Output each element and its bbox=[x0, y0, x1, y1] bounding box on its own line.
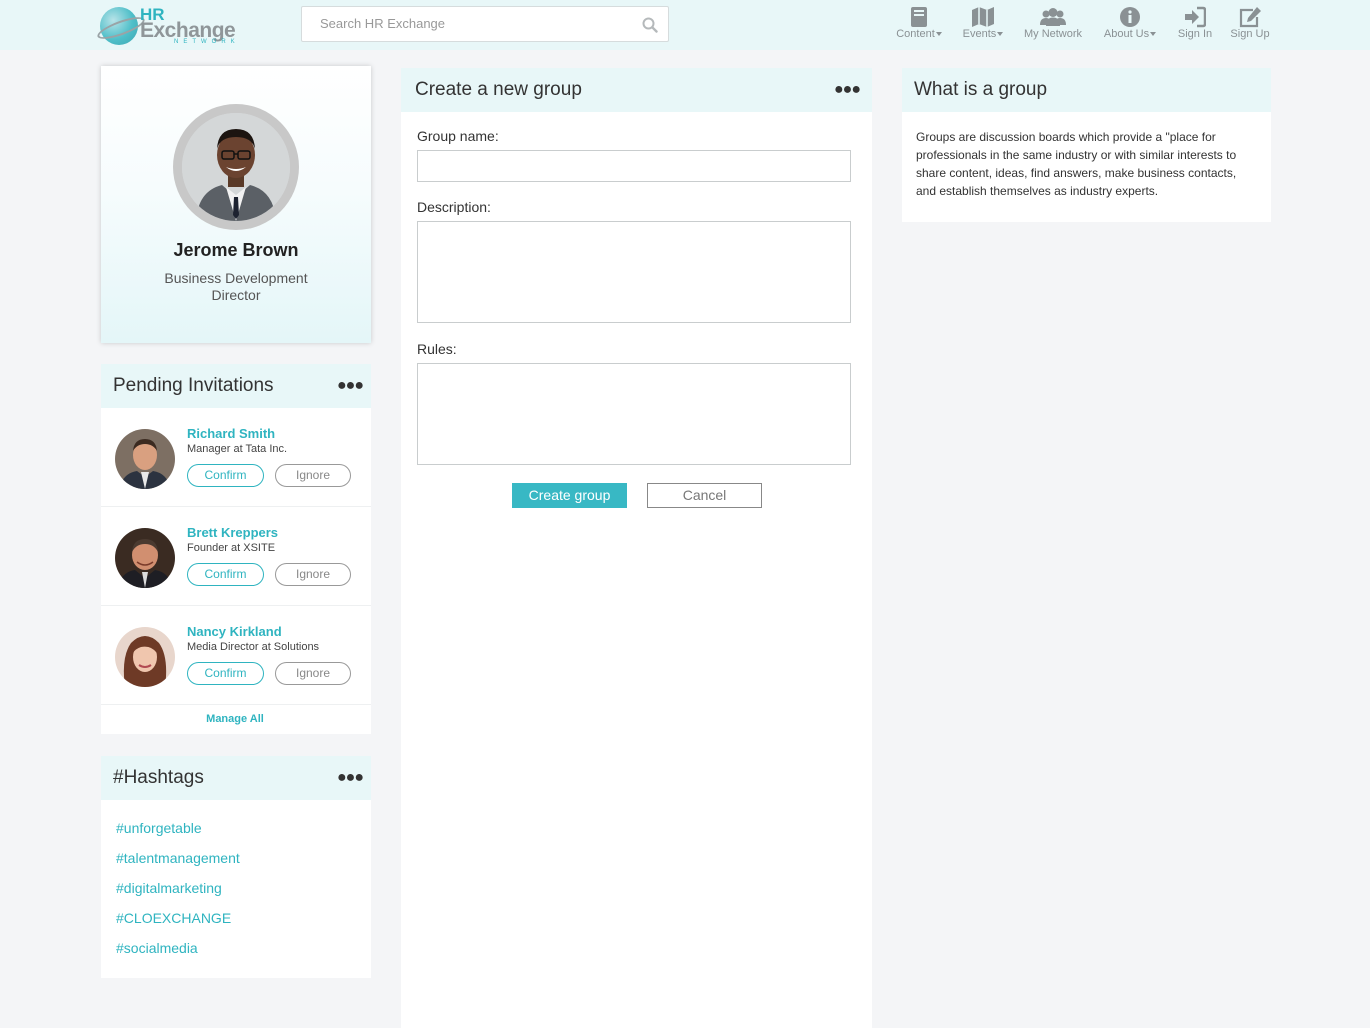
invitation-avatar[interactable] bbox=[115, 528, 175, 588]
map-icon bbox=[972, 7, 994, 27]
create-group-button[interactable]: Create group bbox=[512, 483, 627, 508]
hashtag-link[interactable]: #unforgetable bbox=[116, 820, 202, 836]
nav-about-us[interactable]: About Us bbox=[1101, 6, 1159, 46]
globe-icon bbox=[100, 7, 138, 45]
person-photo-icon bbox=[115, 429, 175, 489]
create-group-title: Create a new group bbox=[415, 79, 582, 100]
group-name-input[interactable] bbox=[417, 150, 851, 182]
nav-content-label: Content bbox=[896, 28, 935, 40]
what-is-group-header: What is a group bbox=[902, 68, 1271, 112]
what-is-group-panel: What is a group Groups are discussion bo… bbox=[902, 68, 1271, 222]
confirm-button[interactable]: Confirm bbox=[187, 563, 264, 586]
invitation-name[interactable]: Richard Smith bbox=[187, 426, 275, 441]
logo-network-text: NETWORK bbox=[174, 39, 240, 45]
nav-sign-in[interactable]: Sign In bbox=[1176, 6, 1214, 46]
invitation-role: Founder at XSITE bbox=[187, 542, 276, 554]
search-input[interactable] bbox=[320, 16, 620, 31]
what-is-group-description: Groups are discussion boards which provi… bbox=[916, 130, 1237, 198]
hashtag-text: unforgetable bbox=[123, 820, 202, 836]
nav-content[interactable]: Content bbox=[893, 6, 945, 46]
search-box bbox=[301, 6, 669, 42]
nav-my-network[interactable]: My Network bbox=[1022, 6, 1084, 46]
person-photo-icon bbox=[115, 528, 175, 588]
invitation-item: Brett Kreppers Founder at XSITE Confirm … bbox=[101, 507, 371, 606]
profile-photo bbox=[182, 113, 290, 221]
hashtag-link[interactable]: #socialmedia bbox=[116, 940, 198, 956]
description-label: Description: bbox=[417, 199, 491, 215]
cancel-button[interactable]: Cancel bbox=[647, 483, 762, 508]
chevron-down-icon bbox=[935, 32, 942, 37]
invitation-role: Media Director at Solutions bbox=[187, 641, 320, 653]
profile-job-title: Business Development Director bbox=[164, 270, 308, 303]
book-icon bbox=[911, 7, 927, 27]
nav-sign-up[interactable]: Sign Up bbox=[1229, 6, 1271, 46]
confirm-button[interactable]: Confirm bbox=[187, 464, 264, 487]
what-is-group-title: What is a group bbox=[914, 79, 1048, 100]
ignore-button[interactable]: Ignore bbox=[275, 563, 351, 586]
manage-all-link[interactable]: Manage All bbox=[101, 713, 369, 725]
invitation-avatar[interactable] bbox=[115, 429, 175, 489]
confirm-button[interactable]: Confirm bbox=[187, 662, 264, 685]
ignore-button[interactable]: Ignore bbox=[275, 662, 351, 685]
nav-sign-in-label: Sign In bbox=[1177, 28, 1213, 40]
profile-avatar[interactable] bbox=[173, 104, 299, 230]
hashtag-text: socialmedia bbox=[123, 940, 198, 956]
hashtag-text: digitalmarketing bbox=[123, 880, 222, 896]
nav-about-us-label: About Us bbox=[1103, 28, 1150, 40]
hashtags-header: #Hashtags ●●● bbox=[101, 756, 371, 800]
rules-textarea[interactable] bbox=[417, 363, 851, 465]
rules-label: Rules: bbox=[417, 341, 457, 357]
more-options-icon[interactable]: ●●● bbox=[337, 769, 364, 787]
create-group-header: Create a new group ●●● bbox=[401, 68, 872, 112]
invitation-name[interactable]: Nancy Kirkland bbox=[187, 624, 282, 639]
profile-name[interactable]: Jerome Brown bbox=[101, 240, 371, 261]
invitation-role: Manager at Tata Inc. bbox=[187, 443, 288, 455]
hashtag-text: talentmanagement bbox=[123, 850, 240, 866]
description-textarea[interactable] bbox=[417, 221, 851, 323]
invitation-name[interactable]: Brett Kreppers bbox=[187, 525, 278, 540]
hashtags-title: #Hashtags bbox=[113, 767, 204, 788]
nav-events[interactable]: Events bbox=[959, 6, 1007, 46]
chevron-down-icon bbox=[997, 32, 1004, 37]
pending-invitations-header: Pending Invitations ●●● bbox=[101, 364, 371, 408]
nav-my-network-label: My Network bbox=[1023, 28, 1083, 40]
ignore-button[interactable]: Ignore bbox=[275, 464, 351, 487]
profile-card: Jerome Brown Business Development Direct… bbox=[101, 66, 371, 343]
hashtag-link[interactable]: #CLOEXCHANGE bbox=[116, 910, 231, 926]
users-icon bbox=[1040, 8, 1066, 26]
top-navigation-bar: HR Exchange NETWORK Content Events bbox=[0, 0, 1370, 50]
sign-in-icon bbox=[1185, 6, 1206, 28]
person-photo-icon bbox=[115, 627, 175, 687]
pending-invitations-panel: Richard Smith Manager at Tata Inc. Confi… bbox=[101, 408, 371, 734]
more-options-icon[interactable]: ●●● bbox=[834, 81, 861, 99]
hashtags-panel: #unforgetable #talentmanagement #digital… bbox=[101, 800, 371, 978]
pending-invitations-title: Pending Invitations bbox=[113, 375, 274, 396]
invitation-item: Nancy Kirkland Media Director at Solutio… bbox=[101, 606, 371, 705]
more-options-icon[interactable]: ●●● bbox=[337, 377, 364, 395]
info-icon bbox=[1120, 7, 1140, 27]
group-name-label: Group name: bbox=[417, 128, 499, 144]
search-icon[interactable] bbox=[642, 17, 658, 33]
hashtag-link[interactable]: #digitalmarketing bbox=[116, 880, 222, 896]
nav-events-label: Events bbox=[962, 28, 997, 40]
hashtag-link[interactable]: #talentmanagement bbox=[116, 850, 240, 866]
hr-exchange-logo[interactable]: HR Exchange NETWORK bbox=[100, 5, 240, 45]
hashtag-text: CLOEXCHANGE bbox=[123, 910, 232, 926]
invitation-avatar[interactable] bbox=[115, 627, 175, 687]
invitation-item: Richard Smith Manager at Tata Inc. Confi… bbox=[101, 408, 371, 507]
create-group-panel: Create a new group ●●● Group name: Descr… bbox=[401, 68, 872, 1028]
edit-icon bbox=[1239, 7, 1261, 28]
person-photo-icon bbox=[182, 113, 290, 221]
chevron-down-icon bbox=[1150, 32, 1157, 37]
nav-sign-up-label: Sign Up bbox=[1230, 28, 1270, 40]
